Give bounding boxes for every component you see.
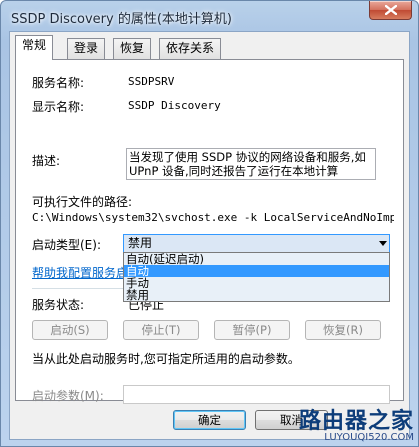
display-name-label: 显示名称: xyxy=(32,100,85,114)
site-watermark: 路由器之家 LUYOUQI520.COM xyxy=(299,410,414,444)
option-manual[interactable]: 手动 xyxy=(124,277,389,289)
stop-button[interactable]: 停止(T) xyxy=(123,320,199,340)
general-tab-panel: 服务名称: SSDPSRV 显示名称: SSDP Discovery 描述: 当… xyxy=(15,59,404,404)
pause-button[interactable]: 暂停(P) xyxy=(214,320,290,340)
service-status-label: 服务状态: xyxy=(32,298,85,312)
title-bar[interactable]: SSDP Discovery 的属性(本地计算机) xyxy=(1,1,418,31)
description-box[interactable]: 当发现了使用 SSDP 协议的网络设备和服务,如 UPnP 设备,同时还报告了运… xyxy=(126,148,376,180)
tab-general[interactable]: 常规 xyxy=(15,35,54,60)
close-icon xyxy=(385,5,397,15)
tab-dependencies[interactable]: 依存关系 xyxy=(159,38,222,59)
start-params-label: 启动参数(M): xyxy=(32,389,104,403)
service-name-value: SSDPSRV xyxy=(128,75,175,88)
exe-path-label: 可执行文件的路径: xyxy=(32,195,133,209)
display-name-value: SSDP Discovery xyxy=(128,99,221,112)
dialog-client-area: 常规 登录 恢复 依存关系 服务名称: SSDPSRV 显示名称: SSDP D… xyxy=(9,31,410,440)
tab-recovery[interactable]: 恢复 xyxy=(113,38,152,59)
option-automatic-delayed[interactable]: 自动(延迟启动) xyxy=(124,253,389,265)
close-button[interactable] xyxy=(369,1,412,20)
resume-button[interactable]: 恢复(R) xyxy=(305,320,381,340)
startup-type-select[interactable]: 禁用 xyxy=(123,234,390,253)
window-title: SSDP Discovery 的属性(本地计算机) xyxy=(11,12,232,27)
properties-window: SSDP Discovery 的属性(本地计算机) 常规 登录 恢复 依存关系 … xyxy=(0,0,419,447)
description-label: 描述: xyxy=(32,154,61,168)
chevron-down-icon[interactable] xyxy=(379,241,387,246)
startup-type-label: 启动类型(E): xyxy=(32,238,101,252)
exe-path-value: C:\Windows\system32\svchost.exe -k Local… xyxy=(32,211,394,224)
service-name-label: 服务名称: xyxy=(32,76,85,90)
start-button[interactable]: 启动(S) xyxy=(32,320,108,340)
description-text: 当发现了使用 SSDP 协议的网络设备和服务,如 UPnP 设备,同时还报告了运… xyxy=(129,150,366,178)
start-params-input[interactable] xyxy=(123,385,390,404)
watermark-title: 路由器之家 xyxy=(298,409,414,434)
tab-logon[interactable]: 登录 xyxy=(67,38,106,59)
startup-type-dropdown: 自动(延迟启动) 自动 手动 禁用 xyxy=(123,252,390,302)
option-automatic[interactable]: 自动 xyxy=(124,265,389,277)
exe-path-clip: C:\Windows\system32\svchost.exe -k Local… xyxy=(32,210,394,224)
ok-button[interactable]: 确定 xyxy=(173,410,246,430)
start-params-hint: 当从此处启动服务时,您可指定所适用的启动参数。 xyxy=(32,352,300,366)
option-disabled[interactable]: 禁用 xyxy=(124,289,389,301)
startup-type-value: 禁用 xyxy=(128,236,153,250)
